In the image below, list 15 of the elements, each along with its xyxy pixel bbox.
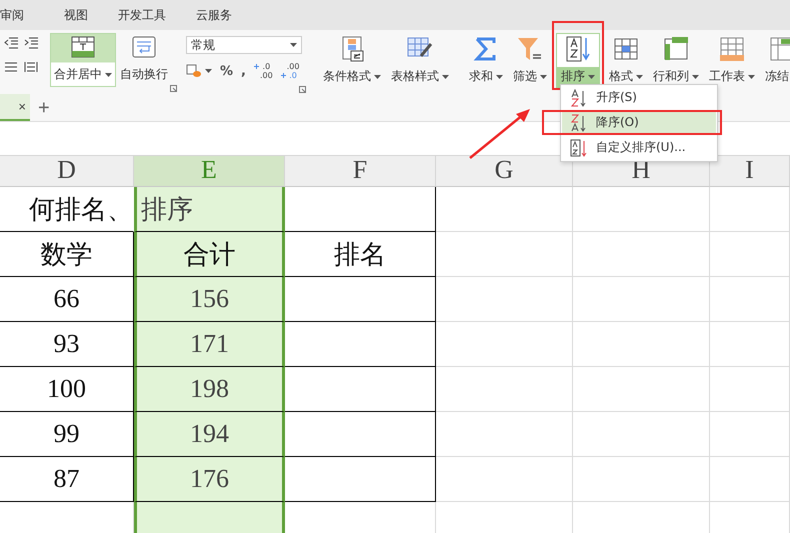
cell-text: 99 [54, 419, 80, 449]
cell-text: 171 [190, 329, 229, 359]
cell-text: 176 [190, 464, 229, 494]
cell-text: 198 [190, 374, 229, 404]
cell-text: 数学 [40, 238, 92, 270]
cell-text: 194 [190, 419, 229, 449]
cell-text: 93 [54, 329, 80, 359]
cell-text: 排序 [141, 194, 193, 226]
cell-text: 何排名、 [29, 194, 133, 226]
cell-text: 87 [54, 464, 80, 494]
cell-text: 66 [54, 284, 80, 314]
cell-text: 156 [190, 284, 229, 314]
cell-text: 合计 [184, 238, 236, 270]
cell-text: 排名 [334, 238, 386, 270]
cell-text: 100 [47, 374, 86, 404]
